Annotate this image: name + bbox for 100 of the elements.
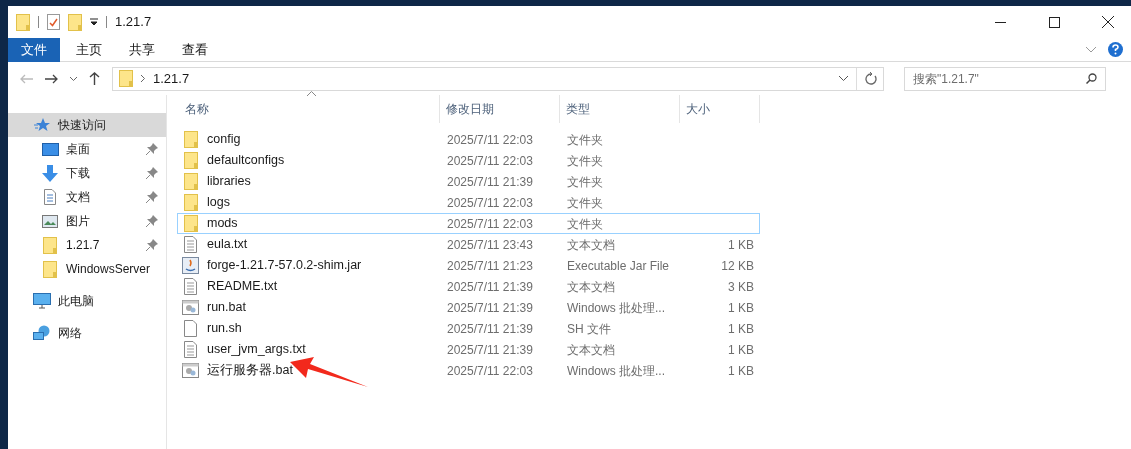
date-cell-text: 2025/7/11 21:39: [446, 341, 534, 359]
search-field[interactable]: 搜索"1.21.7": [904, 66, 1106, 91]
file-name: 运行服务器.bat: [207, 362, 293, 380]
folder-icon: [183, 173, 198, 190]
pin-icon[interactable]: [146, 215, 158, 227]
file-row[interactable]: config 2025/7/11 22:03 文件夹: [177, 129, 760, 150]
date-cell-text: 2025/7/11 21:39: [446, 299, 534, 317]
type-cell-text: Windows 批处理...: [566, 362, 666, 380]
pin-icon[interactable]: [146, 143, 158, 155]
date-cell-text: 2025/7/11 23:43: [446, 236, 534, 254]
text-file-icon: [184, 341, 197, 358]
date-cell-text: 2025/7/11 21:39: [446, 173, 534, 191]
file-row[interactable]: run.sh 2025/7/11 21:39 SH 文件 1 KB: [177, 318, 760, 339]
folder-icon: [183, 215, 198, 232]
file-name: logs: [207, 194, 230, 212]
file-row[interactable]: 运行服务器.bat 2025/7/11 22:03 Windows 批处理... 1 KB: [177, 360, 760, 381]
forward-arrow-icon[interactable]: [45, 73, 58, 84]
type-cell-text: 文件夹: [566, 173, 604, 191]
download-arrow-icon: [42, 164, 58, 182]
file-row[interactable]: mods 2025/7/11 22:03 文件夹: [177, 213, 760, 234]
type-cell-text: Windows 批处理...: [566, 299, 666, 317]
nav-item[interactable]: 快速访问: [8, 113, 166, 137]
close-icon: [1102, 16, 1114, 28]
file-name: mods: [207, 215, 238, 233]
ribbon-tab[interactable]: 查看: [169, 37, 221, 62]
address-bar[interactable]: 1.21.7: [112, 66, 884, 91]
checklist-icon[interactable]: [47, 14, 60, 30]
date-cell-text: 2025/7/11 22:03: [446, 362, 534, 380]
nav-item[interactable]: 此电脑: [8, 289, 166, 313]
file-row[interactable]: defaultconfigs 2025/7/11 22:03 文件夹: [177, 150, 760, 171]
column-header[interactable]: 修改日期: [446, 100, 494, 118]
search-icon[interactable]: [1086, 72, 1097, 84]
file-row[interactable]: forge-1.21.7-57.0.2-shim.jar 2025/7/11 21:23 Executable Jar File 12 KB: [177, 255, 760, 276]
nav-item[interactable]: 1.21.7: [8, 233, 166, 257]
text-file-icon: [184, 278, 197, 295]
text-file-icon: [184, 236, 197, 253]
type-cell-text: 文件夹: [566, 194, 604, 212]
size-cell-text: 1 KB: [728, 320, 754, 338]
file-name: run.sh: [207, 320, 242, 338]
file-name: forge-1.21.7-57.0.2-shim.jar: [207, 257, 362, 275]
address-path[interactable]: 1.21.7: [153, 68, 831, 89]
image-icon: [42, 214, 58, 228]
date-cell-text: 2025/7/11 21:39: [446, 320, 534, 338]
file-row[interactable]: logs 2025/7/11 22:03 文件夹: [177, 192, 760, 213]
nav-item[interactable]: 文档: [8, 185, 166, 209]
size-cell-text: 1 KB: [728, 362, 754, 380]
up-arrow-icon[interactable]: [89, 72, 100, 85]
gear-file-icon: [182, 300, 199, 315]
gear-file-icon: [182, 363, 199, 378]
nav-item[interactable]: 下载: [8, 161, 166, 185]
ribbon-tab[interactable]: 主页: [63, 37, 115, 62]
file-row[interactable]: user_jvm_args.txt 2025/7/11 21:39 文本文档 1 KB: [177, 339, 760, 360]
nav-item[interactable]: 图片: [8, 209, 166, 233]
nav-item[interactable]: 网络: [8, 321, 166, 345]
file-row[interactable]: libraries 2025/7/11 21:39 文件夹: [177, 171, 760, 192]
file-row[interactable]: README.txt 2025/7/11 21:39 文本文档 3 KB: [177, 276, 760, 297]
folder-icon: [119, 70, 133, 87]
type-cell-text: 文件夹: [566, 152, 604, 170]
folder-icon: [183, 194, 198, 211]
pin-icon[interactable]: [146, 167, 158, 179]
folder-icon: [183, 131, 198, 148]
sort-caret-icon: [307, 91, 316, 96]
date-cell-text: 2025/7/11 22:03: [446, 131, 534, 149]
chevron-down-icon[interactable]: [70, 76, 77, 81]
type-cell-text: 文本文档: [566, 278, 616, 296]
file-name: defaultconfigs: [207, 152, 285, 170]
ribbon-tab[interactable]: 共享: [116, 37, 168, 62]
back-arrow-icon[interactable]: [20, 73, 33, 84]
file-row[interactable]: run.bat 2025/7/11 21:39 Windows 批处理... 1 KB: [177, 297, 760, 318]
pin-icon[interactable]: [146, 191, 158, 203]
date-cell-text: 2025/7/11 22:03: [446, 152, 534, 170]
type-cell-text: 文本文档: [566, 341, 616, 359]
help-icon[interactable]: [1108, 42, 1123, 57]
column-header[interactable]: 大小: [686, 100, 710, 118]
maximize-icon: [1048, 16, 1060, 28]
nav-item[interactable]: 桌面: [8, 137, 166, 161]
chevron-down-icon[interactable]: [839, 76, 848, 81]
java-file-icon: [182, 257, 199, 274]
date-cell-text: 2025/7/11 22:03: [446, 194, 534, 212]
nav-item[interactable]: WindowsServer: [8, 257, 166, 281]
type-cell-text: SH 文件: [566, 320, 612, 338]
type-cell-text: 文件夹: [566, 131, 604, 149]
desktop-icon: [41, 142, 59, 156]
column-header[interactable]: 名称: [177, 100, 209, 118]
minimize-icon: [994, 21, 1006, 23]
column-header[interactable]: 类型: [566, 100, 590, 118]
file-name: README.txt: [207, 278, 278, 296]
file-name: run.bat: [207, 299, 246, 317]
dropdown-caret-icon[interactable]: [90, 18, 98, 26]
folder-icon: [68, 13, 82, 31]
file-name: eula.txt: [207, 236, 248, 254]
network-icon: [33, 325, 51, 341]
file-name: user_jvm_args.txt: [207, 341, 306, 359]
date-cell-text: 2025/7/11 21:23: [446, 257, 534, 275]
folder-icon: [16, 13, 30, 31]
pin-icon[interactable]: [146, 239, 158, 251]
file-icon: [184, 320, 197, 337]
file-row[interactable]: eula.txt 2025/7/11 23:43 文本文档 1 KB: [177, 234, 760, 255]
ribbon-tab[interactable]: 文件: [8, 37, 60, 62]
refresh-icon[interactable]: [865, 72, 877, 85]
